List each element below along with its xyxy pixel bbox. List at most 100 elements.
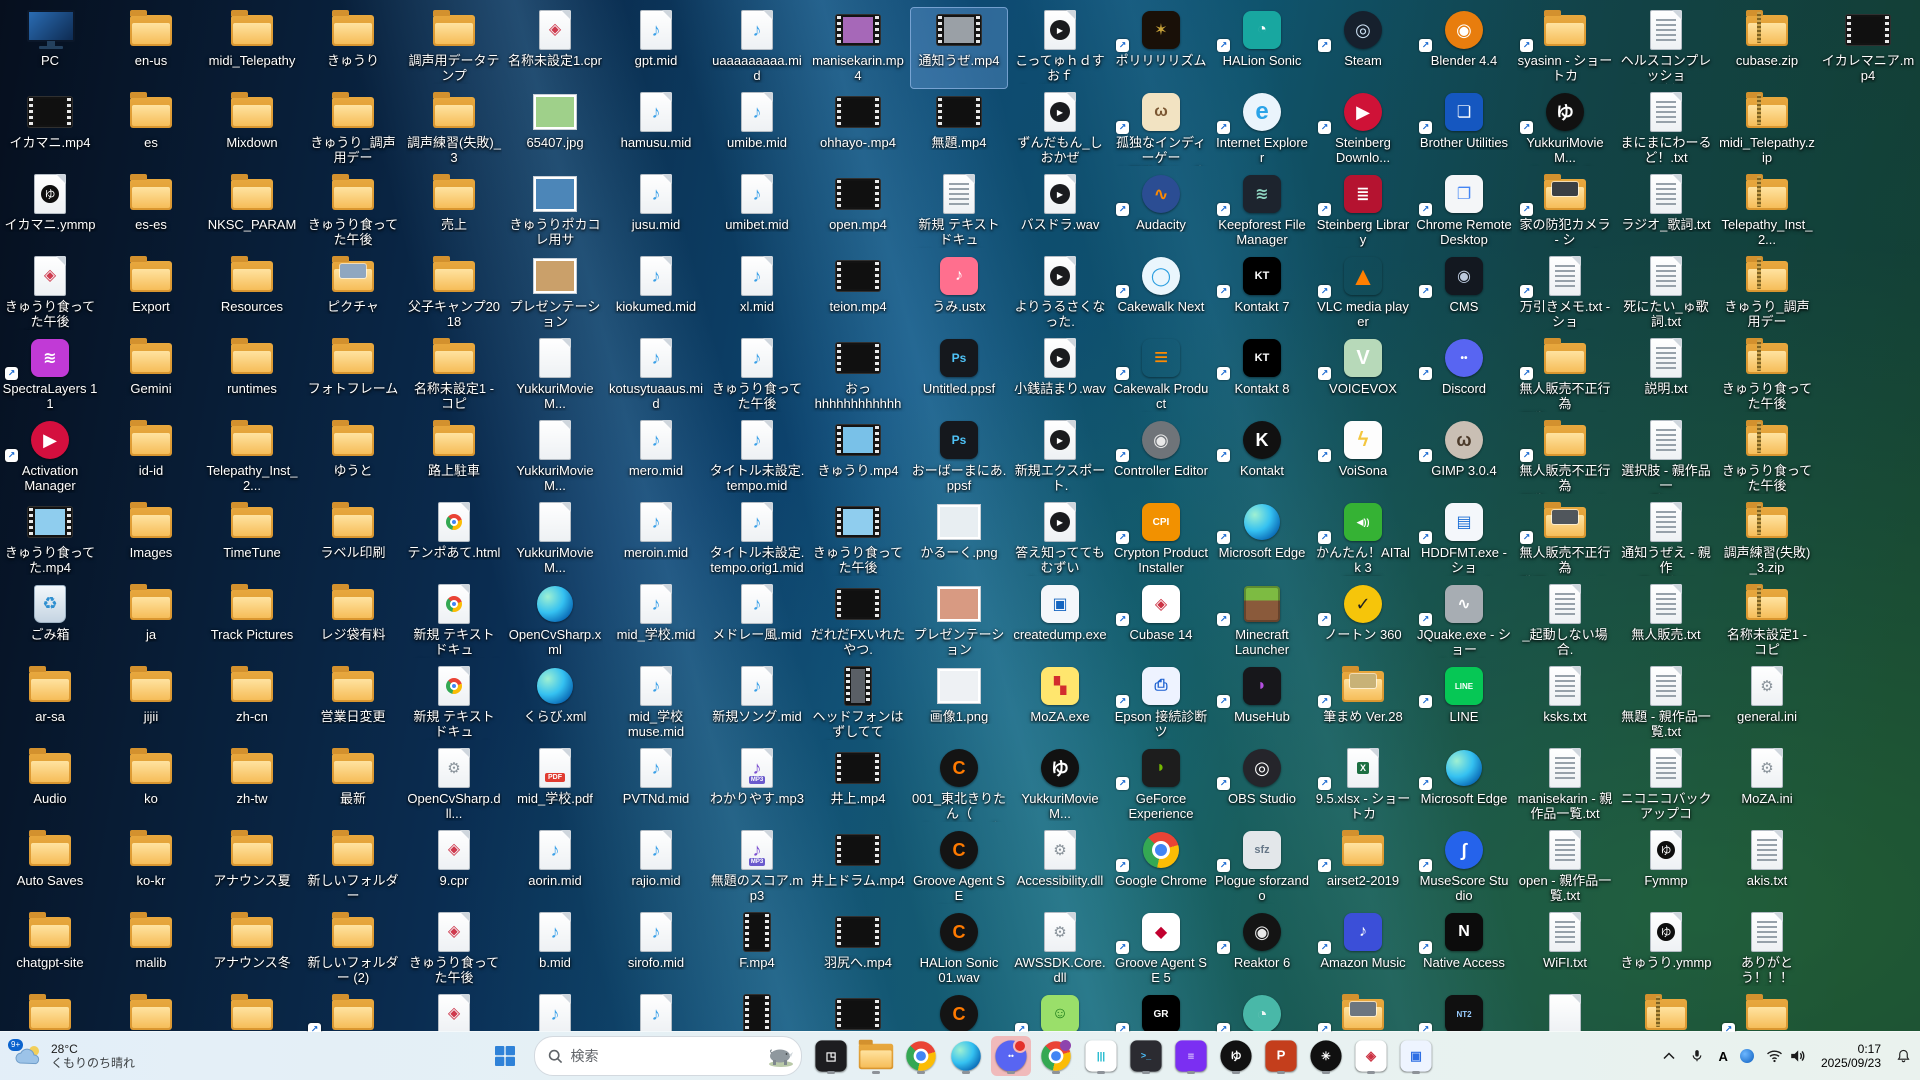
desktop-icon[interactable]: ▶ バスドラ.wav <box>1012 172 1108 252</box>
desktop-icon[interactable]: ゆ YukkuriMovieM... <box>1012 746 1108 826</box>
desktop-icon[interactable]: きゅうり食ってた午後 3時 .zip <box>1719 336 1815 416</box>
desktop-icon[interactable]: ≣ ↗Steinberg Library Manager <box>1315 172 1411 252</box>
desktop-icon[interactable]: midi_Telepathy.zip <box>1719 90 1815 170</box>
desktop-icon[interactable]: ≡ ↗Cakewalk Product Center <box>1113 336 1209 416</box>
desktop-icon[interactable]: ◆ ↗ Groove Agent SE 5 <box>1113 910 1209 990</box>
desktop-icon[interactable]: 父子キャンプ2018 <box>406 254 502 334</box>
desktop-icon[interactable]: KT ↗ Kontakt 8 <box>1214 336 1310 416</box>
desktop-icon[interactable]: きゅうり食ってた午後 3時.mp4 <box>810 500 906 580</box>
tray-app-icon[interactable] <box>1739 1049 1754 1063</box>
desktop-icon[interactable] <box>204 992 300 1032</box>
desktop-icon[interactable]: ♻ ごみ箱 <box>2 582 98 662</box>
desktop-icon[interactable]: ko <box>103 746 199 826</box>
ime-mode-button[interactable]: A <box>1716 1046 1731 1067</box>
desktop-icon[interactable]: Track Pictures <box>204 582 300 662</box>
desktop-icon[interactable]: ▤ ↗HDDFMT.exe - ショ ートカット <box>1416 500 1512 580</box>
desktop-icon[interactable]: 新規 テキスト ドキュ メント (2).html <box>406 582 502 662</box>
desktop-icon[interactable]: ◯ ↗ Cakewalk Next <box>1113 254 1209 334</box>
desktop-icon[interactable]: イカレマニア.mp4 <box>1820 8 1916 88</box>
desktop-icon[interactable]: ohhayo-.mp4 <box>810 90 906 170</box>
desktop-icon[interactable]: ♪ meroin.mid <box>608 500 704 580</box>
desktop-icon[interactable]: ♪ MP3 わかりやす.mp3 <box>709 746 805 826</box>
desktop-icon[interactable]: chatgpt-site <box>2 910 98 990</box>
discord-taskbar-button[interactable]: •• <box>990 1036 1031 1076</box>
desktop-icon[interactable]: ✶ ↗ ポリリリリズム <box>1113 8 1209 88</box>
desktop-icon[interactable]: ◉ ↗ CMS <box>1416 254 1512 334</box>
desktop-icon[interactable]: ♪ タイトル未設定. tempo.orig1.mid <box>709 500 805 580</box>
desktop-icon[interactable]: TimeTune <box>204 500 300 580</box>
desktop-icon[interactable]: ゆ Fymmp <box>1618 828 1714 908</box>
desktop-icon[interactable]: ko-kr <box>103 828 199 908</box>
desktop-icon[interactable]: ⚙ MoZA.ini <box>1719 746 1815 826</box>
desktop-icon[interactable]: くらび.xml <box>507 664 603 744</box>
desktop-icon[interactable]: V ↗ VOICEVOX <box>1315 336 1411 416</box>
desktop-icon[interactable]: ◈きゅうり食ってた午後 3時-01.cpr <box>2 254 98 334</box>
desktop-icon[interactable]: ⎙ ↗Epson 接続診断ツ ール <box>1113 664 1209 744</box>
desktop-icon[interactable]: CPI ↗ Crypton Product Installer <box>1113 500 1209 580</box>
file-explorer-taskbar-button[interactable] <box>856 1036 896 1076</box>
desktop-icon[interactable]: ❐ ↗ Chrome Remote Desktop <box>1416 172 1512 252</box>
desktop-icon[interactable]: ♪ うみ.ustx <box>911 254 1007 334</box>
google-chrome-taskbar-button[interactable] <box>901 1036 941 1076</box>
desktop-icon[interactable]: きゅうりポカコレ用サ ムネ.jpg <box>507 172 603 252</box>
desktop-icon[interactable]: OpenCvSharp.xml <box>507 582 603 662</box>
desktop-icon[interactable]: ↗ Google Chrome <box>1113 828 1209 908</box>
desktop-icon[interactable]: C 001_東北きりたん（ ノーマル）_今じゃ… <box>911 746 1007 826</box>
desktop-icon[interactable]: ♪ mid_学校 muse.mid <box>608 664 704 744</box>
desktop-icon[interactable]: かるーく.png <box>911 500 1007 580</box>
desktop-icon[interactable]: 売上 <box>406 172 502 252</box>
desktop-icon[interactable]: ヘッドフォンはずしてて よかっt.mp4 <box>810 664 906 744</box>
desktop-icon[interactable]: ♪ hamusu.mid <box>608 90 704 170</box>
desktop-icon[interactable]: きゅうり <box>305 8 401 88</box>
desktop-icon[interactable]: ♪ mero.mid <box>608 418 704 498</box>
desktop-icon[interactable]: C HALion Sonic 01.wav <box>911 910 1007 990</box>
desktop-icon[interactable]: ↗ Minecraft Launcher <box>1214 582 1310 662</box>
desktop-icon[interactable]: es <box>103 90 199 170</box>
desktop-icon[interactable]: ↗ <box>1315 992 1411 1032</box>
desktop-icon[interactable]: きゅうり食ってた午後 三時.zip <box>1719 418 1815 498</box>
desktop-icon[interactable]: KT ↗ Kontakt 7 <box>1214 254 1310 334</box>
desktop-icon[interactable]: ⚙ general.ini <box>1719 664 1815 744</box>
desktop-icon[interactable]: ϟ ↗ VoiSona <box>1315 418 1411 498</box>
desktop-icon[interactable]: ♪ <box>507 992 603 1032</box>
desktop-icon[interactable]: 営業日変更 <box>305 664 401 744</box>
desktop-icon[interactable]: ♪ mid_学校.mid <box>608 582 704 662</box>
desktop-icon[interactable]: 無題.mp4 <box>911 90 1007 170</box>
desktop-icon[interactable]: ω ↗ GIMP 3.0.4 <box>1416 418 1512 498</box>
desktop-icon[interactable]: •• ↗ Discord <box>1416 336 1512 416</box>
photos-taskbar-button[interactable]: ▣ <box>1396 1036 1436 1076</box>
desktop-icon[interactable]: ◔ ↗ HALion Sonic <box>1214 8 1310 88</box>
search-box[interactable]: 検索 <box>533 1036 802 1076</box>
desktop-icon[interactable]: ♪ MP3 無題のスコア.mp3 <box>709 828 805 908</box>
desktop-icon[interactable]: 通知うぜえ - 親作 品一覧.txt <box>1618 500 1714 580</box>
desktop-icon[interactable]: ♪ umibe.mid <box>709 90 805 170</box>
desktop-icon[interactable]: Ps Untitled.ppsf <box>911 336 1007 416</box>
desktop-icon[interactable]: ♪ uaaaaaaaaa.mid <box>709 8 805 88</box>
desktop-icon[interactable]: ゆ ↗YukkuriMovieM... - ショートカット <box>1517 90 1613 170</box>
desktop-icon[interactable]: ♪きゅうり食ってた午後 3時.mid <box>709 336 805 416</box>
desktop-icon[interactable]: ↗ <box>1719 992 1815 1032</box>
desktop-icon[interactable]: ↗ airset2-2019 <box>1315 828 1411 908</box>
desktop-icon[interactable]: ∫ ↗MuseScore Studio 4 <box>1416 828 1512 908</box>
desktop-icon[interactable]: 調声練習(失敗) _3.zip <box>1719 500 1815 580</box>
desktop-icon[interactable]: ↗無人販売不正行為 画像 - ショートカット <box>1517 418 1613 498</box>
desktop-icon[interactable]: ▶よりうるさくなった. wav <box>1012 254 1108 334</box>
desktop-icon[interactable] <box>810 992 906 1032</box>
desktop-icon[interactable]: ◈ <box>406 992 502 1032</box>
desktop-icon[interactable]: 無人販売.txt <box>1618 582 1714 662</box>
desktop-icon[interactable]: en-us <box>103 8 199 88</box>
desktop-icon[interactable]: 最新 <box>305 746 401 826</box>
desktop-icon[interactable]: ◈ ↗ Cubase 14 <box>1113 582 1209 662</box>
desktop-icon[interactable]: プレゼンテーション 1.png <box>911 582 1007 662</box>
desktop-icon[interactable]: PC <box>2 8 98 88</box>
desktop-icon[interactable]: runtimes <box>204 336 300 416</box>
start-button[interactable] <box>485 1036 525 1076</box>
desktop-icon[interactable]: _起動しない場合. txt <box>1517 582 1613 662</box>
desktop-icon[interactable]: Gemini <box>103 336 199 416</box>
desktop-icon[interactable]: YukkuriMovieM... <box>507 336 603 416</box>
desktop-icon[interactable]: ↗ Microsoft Edge <box>1214 500 1310 580</box>
desktop-icon[interactable]: PDF mid_学校.pdf <box>507 746 603 826</box>
desktop-icon[interactable]: sfz ↗Plogue sforzando x64 <box>1214 828 1310 908</box>
yukkuri-movie-maker-taskbar-button[interactable]: ゆ <box>1216 1036 1256 1076</box>
desktop-icon[interactable]: ◗ ↗ GeForce Experience <box>1113 746 1209 826</box>
